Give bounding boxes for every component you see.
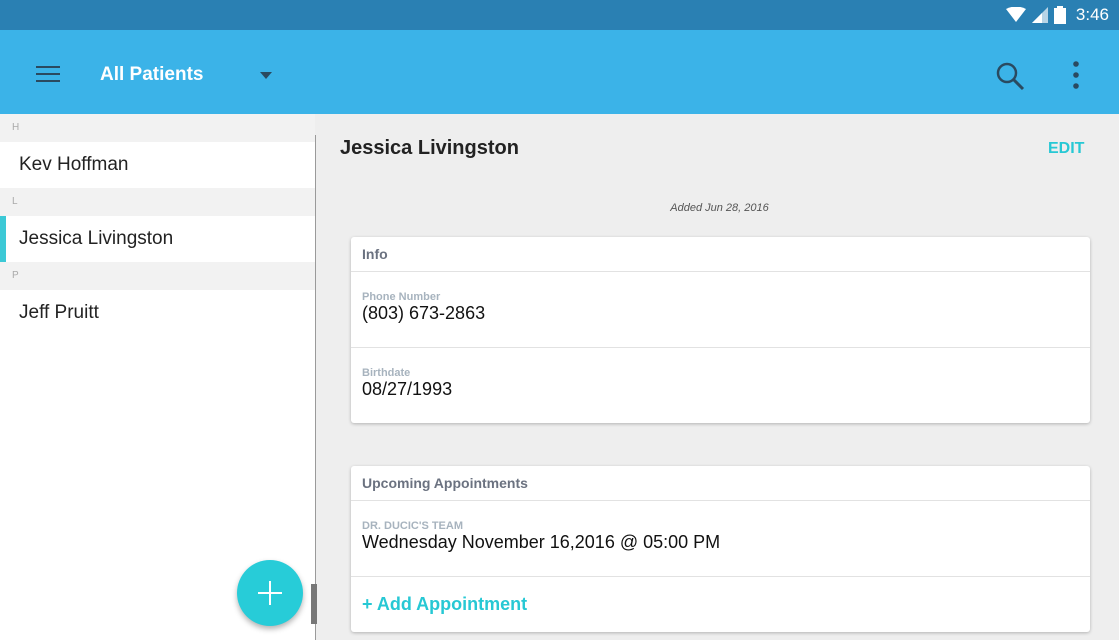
dropdown-caret-icon[interactable] [260, 72, 272, 79]
more-vert-icon[interactable] [1064, 60, 1088, 92]
appointments-card: Upcoming Appointments DR. DUCIC'S TEAM W… [351, 466, 1090, 632]
plus-icon-vertical [269, 581, 271, 605]
patient-item-jeff-pruitt[interactable]: Jeff Pruitt [0, 290, 315, 336]
pane-divider [315, 135, 316, 640]
signal-icon [1031, 7, 1048, 23]
appointment-datetime: Wednesday November 16,2016 @ 05:00 PM [362, 532, 721, 552]
added-date: Added Jun 28, 2016 [670, 202, 769, 214]
clock-time: 3:46 [1075, 5, 1109, 24]
battery-icon [1053, 6, 1066, 24]
info-card: Info Phone Number (803) 673-2863 Birthda… [351, 237, 1090, 423]
status-bar: 3:46 [0, 0, 1119, 30]
info-card-title: Info [351, 237, 1090, 272]
app-bar: All Patients [0, 30, 1119, 114]
appointment-team-label: DR. DUCIC'S TEAM [362, 520, 464, 532]
phone-row[interactable]: Phone Number (803) 673-2863 [351, 272, 1090, 348]
menu-icon[interactable] [36, 66, 60, 84]
search-icon[interactable] [994, 60, 1026, 92]
phone-value: (803) 673-2863 [362, 303, 486, 323]
status-icons: 3:46 [1005, 5, 1109, 25]
phone-label: Phone Number [362, 291, 441, 303]
wifi-icon [1005, 7, 1026, 22]
patient-item-jessica-livingston[interactable]: Jessica Livingston [0, 216, 315, 262]
scrollbar-thumb[interactable] [311, 584, 317, 624]
appointment-item[interactable]: DR. DUCIC'S TEAM Wednesday November 16,2… [351, 501, 1090, 577]
patient-name-heading: Jessica Livingston [340, 137, 519, 159]
section-letter-p: P [0, 262, 315, 290]
birthdate-row[interactable]: Birthdate 08/27/1993 [351, 348, 1090, 422]
patients-filter-title[interactable]: All Patients [100, 64, 203, 86]
add-appointment-button[interactable]: + Add Appointment [351, 577, 1090, 632]
birthdate-value: 08/27/1993 [362, 379, 453, 399]
appointments-card-title: Upcoming Appointments [351, 466, 1090, 501]
birthdate-label: Birthdate [362, 367, 411, 379]
patient-item-kev-hoffman[interactable]: Kev Hoffman [0, 142, 315, 188]
section-letter-h: H [0, 114, 315, 142]
add-patient-button[interactable] [237, 560, 303, 626]
edit-button[interactable]: EDIT [1048, 140, 1084, 158]
section-letter-l: L [0, 188, 315, 216]
